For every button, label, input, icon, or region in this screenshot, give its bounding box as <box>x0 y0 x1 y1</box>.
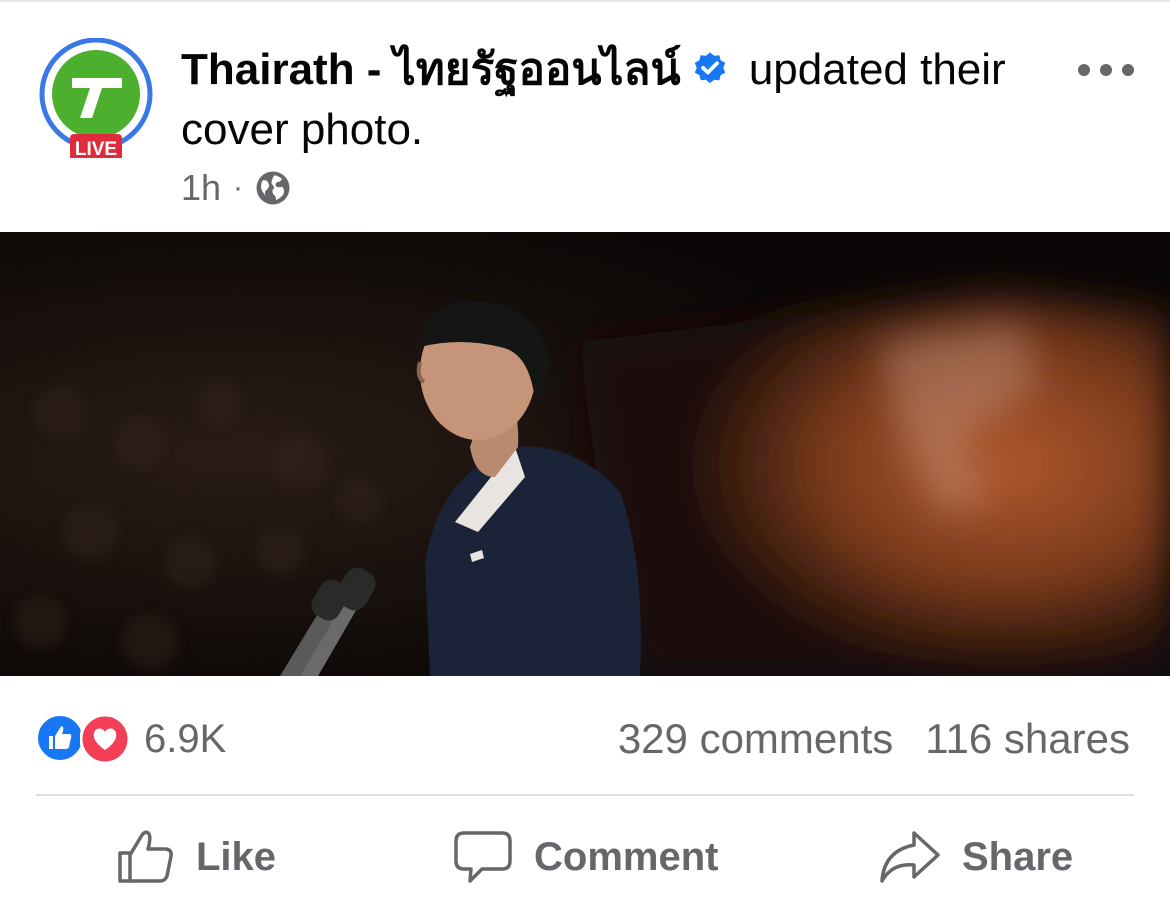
post-time[interactable]: 1h <box>181 167 221 209</box>
live-badge: LIVE <box>75 139 117 158</box>
globe-icon <box>256 171 290 205</box>
thumbs-up-icon <box>118 830 173 883</box>
share-label: Share <box>962 834 1074 879</box>
comment-label: Comment <box>534 834 719 879</box>
cover-photo[interactable] <box>0 232 1170 676</box>
verified-badge-icon <box>694 52 725 84</box>
actions-divider <box>36 794 1134 796</box>
comments-count[interactable]: 329 comments <box>618 715 893 763</box>
shares-count[interactable]: 116 shares <box>925 715 1130 763</box>
comment-button[interactable]: Comment <box>452 822 718 892</box>
like-reaction-icon <box>36 714 84 762</box>
share-arrow-icon <box>880 831 940 883</box>
more-options-icon[interactable] <box>1076 52 1136 88</box>
top-divider <box>0 0 1170 2</box>
share-button[interactable]: Share <box>878 822 1073 892</box>
comment-bubble-icon <box>454 831 512 883</box>
page-avatar[interactable]: LIVE <box>36 38 156 158</box>
author-name[interactable]: Thairath - ไทยรัฐออนไลน์ <box>181 45 681 94</box>
reactions-summary[interactable]: 6.9K <box>36 714 226 764</box>
meta-separator: · <box>233 171 244 204</box>
post-meta: 1h · <box>181 166 291 210</box>
like-button[interactable]: Like <box>116 822 276 892</box>
reactions-count: 6.9K <box>144 716 227 761</box>
love-reaction-icon <box>80 714 130 764</box>
post-header-text: Thairath - ไทยรัฐออนไลน์ updated their c… <box>181 40 1051 160</box>
like-label: Like <box>196 834 277 879</box>
engagement-stats: 329 comments 116 shares <box>618 714 1130 764</box>
